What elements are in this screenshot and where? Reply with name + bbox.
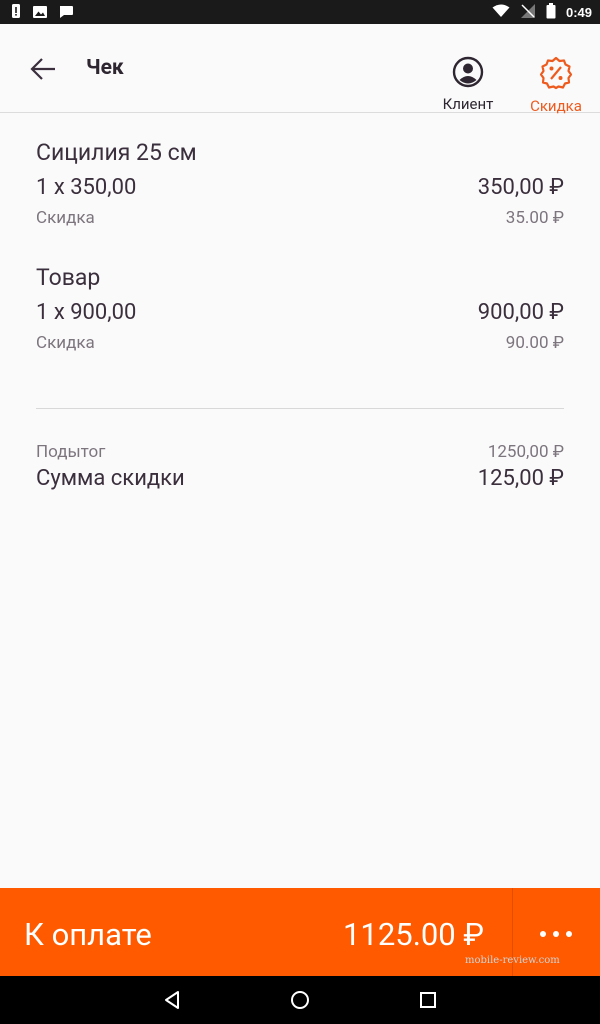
subtotal-label: Подытог [36, 442, 106, 462]
status-bar: 0:49 [0, 0, 600, 24]
discount-sum-label: Сумма скидки [36, 466, 185, 491]
more-options-button[interactable] [536, 918, 576, 948]
item-discount-value: 90.00 ₽ [505, 333, 564, 353]
message-notification-icon [58, 4, 74, 23]
signal-off-icon [520, 3, 536, 22]
page-title: Чек [86, 56, 124, 80]
nav-home-button[interactable] [288, 988, 312, 1012]
system-nav-bar [0, 976, 600, 1024]
wifi-icon [492, 4, 510, 21]
user-circle-icon [452, 56, 484, 88]
item-name: Товар [36, 264, 101, 291]
item-discount-label: Скидка [36, 333, 95, 353]
discount-sum-value: 125,00 ₽ [477, 466, 564, 491]
notification-alert-icon [10, 3, 22, 23]
item-discount-value: 35.00 ₽ [505, 208, 564, 228]
summary-block: Подытог 1250,00 ₽ Сумма скидки 125,00 ₽ [36, 442, 564, 491]
client-label: Клиент [442, 95, 494, 113]
square-recents-icon [420, 992, 436, 1008]
watermark: mobile-review.com [465, 955, 560, 966]
app-bar: Чек Клиент Скидка [0, 24, 600, 115]
circle-home-icon [291, 991, 309, 1009]
item-qty-price: 1 x 350,00 [36, 175, 137, 200]
discount-button[interactable]: Скидка [516, 56, 596, 115]
battery-icon [546, 3, 556, 22]
summary-divider [36, 408, 564, 409]
receipt-item[interactable]: Товар 1 x 900,00 900,00 ₽ Скидка 90.00 ₽ [36, 264, 564, 353]
pay-amount: 1125.00 ₽ [343, 916, 484, 953]
back-button[interactable] [28, 54, 58, 84]
nav-back-button[interactable] [160, 988, 184, 1012]
arrow-left-icon [30, 58, 55, 80]
image-notification-icon [32, 4, 48, 23]
item-total: 350,00 ₽ [477, 175, 564, 200]
receipt-content: Сицилия 25 см 1 x 350,00 350,00 ₽ Скидка… [0, 113, 600, 888]
item-qty-price: 1 x 900,00 [36, 300, 137, 325]
pay-label: К оплате [24, 916, 152, 953]
item-total: 900,00 ₽ [477, 300, 564, 325]
triangle-back-icon [165, 991, 179, 1009]
discount-badge-icon [539, 56, 573, 90]
status-time: 0:49 [565, 5, 592, 20]
item-discount-label: Скидка [36, 208, 95, 228]
receipt-item[interactable]: Сицилия 25 см 1 x 350,00 350,00 ₽ Скидка… [36, 139, 564, 228]
client-button[interactable]: Клиент [428, 56, 508, 113]
subtotal-value: 1250,00 ₽ [487, 442, 564, 462]
nav-recents-button[interactable] [416, 988, 440, 1012]
item-name: Сицилия 25 см [36, 139, 197, 166]
